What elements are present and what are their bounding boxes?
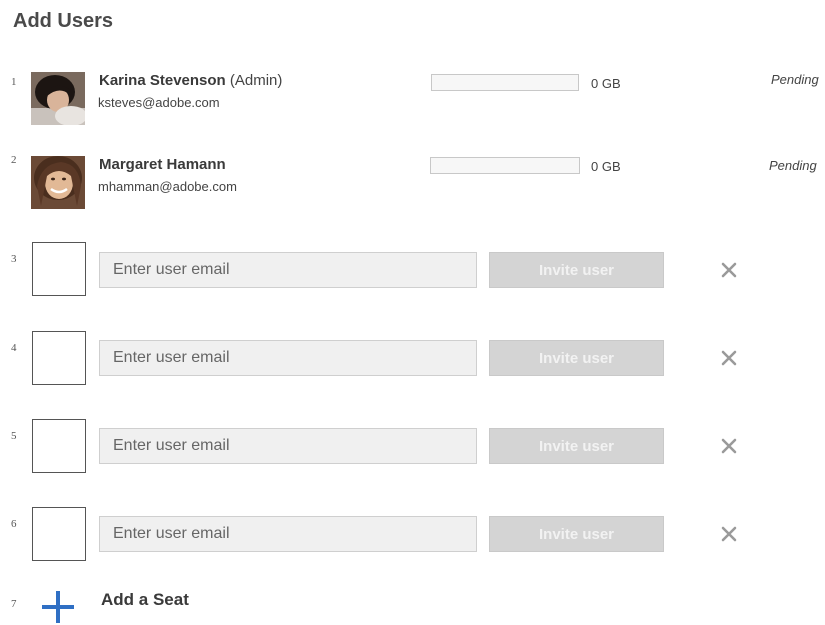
invite-user-button[interactable]: Invite user	[489, 340, 664, 376]
close-icon[interactable]	[720, 349, 738, 367]
row-number: 5	[11, 430, 17, 442]
user-name: Margaret Hamann	[99, 156, 226, 173]
invite-user-button[interactable]: Invite user	[489, 516, 664, 552]
avatar-placeholder	[32, 419, 86, 473]
user-name-line: Margaret Hamann	[99, 156, 226, 173]
user-email-input[interactable]	[99, 252, 477, 288]
invite-user-button[interactable]: Invite user	[489, 252, 664, 288]
close-icon[interactable]	[720, 437, 738, 455]
storage-label: 0 GB	[591, 159, 621, 174]
user-name-line: Karina Stevenson (Admin)	[99, 72, 282, 89]
user-email-input[interactable]	[99, 340, 477, 376]
avatar-placeholder	[32, 507, 86, 561]
user-role: (Admin)	[229, 72, 283, 89]
user-email: ksteves@adobe.com	[98, 95, 220, 110]
row-number: 6	[11, 518, 17, 530]
row-number: 1	[11, 76, 17, 88]
avatar	[31, 72, 85, 125]
row-number: 4	[11, 342, 17, 354]
avatar	[31, 156, 85, 209]
avatar-placeholder	[32, 331, 86, 385]
row-number: 7	[11, 598, 17, 610]
close-icon[interactable]	[720, 525, 738, 543]
invite-user-button[interactable]: Invite user	[489, 428, 664, 464]
storage-bar	[430, 157, 580, 174]
user-name: Karina Stevenson	[99, 72, 226, 89]
page-title: Add Users	[13, 10, 114, 32]
avatar-placeholder	[32, 242, 86, 296]
close-icon[interactable]	[720, 261, 738, 279]
row-number: 2	[11, 154, 17, 166]
user-email-input[interactable]	[99, 516, 477, 552]
status-text: Pending	[771, 72, 819, 87]
storage-bar	[431, 74, 579, 91]
user-email-input[interactable]	[99, 428, 477, 464]
user-email: mhamman@adobe.com	[98, 179, 237, 194]
status-text: Pending	[769, 158, 817, 173]
plus-icon[interactable]	[40, 589, 76, 625]
storage-label: 0 GB	[591, 76, 621, 91]
row-number: 3	[11, 253, 17, 265]
add-seat-button[interactable]: Add a Seat	[101, 590, 189, 610]
